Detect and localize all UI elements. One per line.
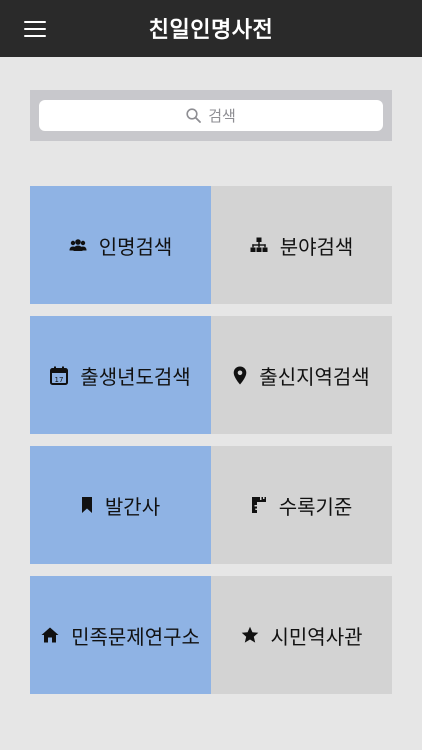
menu-item-criteria[interactable]: 수록기준 xyxy=(211,446,392,564)
menu-item-birth-year-search[interactable]: 17 출생년도검색 xyxy=(30,316,211,434)
app-title: 친일인명사전 xyxy=(148,18,274,43)
search-input[interactable]: 검색 xyxy=(39,100,383,131)
bookmark-icon xyxy=(81,496,93,514)
menu-grid: 인명검색 분야검색 17 출생년도검색 출신지역검색 발간사 수록기준 민족문제… xyxy=(30,186,392,706)
menu-item-institute[interactable]: 민족문제연구소 xyxy=(30,576,211,694)
menu-item-label: 발간사 xyxy=(104,494,161,519)
menu-item-label: 인명검색 xyxy=(98,234,173,259)
menu-item-label: 시민역사관 xyxy=(270,624,363,649)
home-icon xyxy=(41,627,59,643)
menu-item-label: 출생년도검색 xyxy=(80,364,191,389)
search-bar: 검색 xyxy=(30,90,392,141)
ruler-icon xyxy=(251,496,267,514)
people-icon xyxy=(69,238,87,252)
search-icon xyxy=(186,108,202,123)
menu-item-label: 출신지역검색 xyxy=(259,364,370,389)
menu-item-label: 분야검색 xyxy=(279,234,354,259)
menu-item-label: 수록기준 xyxy=(278,494,353,519)
menu-item-history-museum[interactable]: 시민역사관 xyxy=(211,576,392,694)
svg-text:17: 17 xyxy=(55,376,64,384)
hierarchy-icon xyxy=(250,237,268,253)
menu-item-name-search[interactable]: 인명검색 xyxy=(30,186,211,304)
star-icon xyxy=(241,626,259,644)
menu-row: 민족문제연구소 시민역사관 xyxy=(30,576,392,694)
search-placeholder: 검색 xyxy=(208,107,236,125)
menu-item-region-search[interactable]: 출신지역검색 xyxy=(211,316,392,434)
menu-item-preface[interactable]: 발간사 xyxy=(30,446,211,564)
menu-row: 인명검색 분야검색 xyxy=(30,186,392,304)
location-pin-icon xyxy=(233,366,247,385)
calendar-icon: 17 xyxy=(50,366,69,385)
menu-row: 발간사 수록기준 xyxy=(30,446,392,564)
menu-item-label: 민족문제연구소 xyxy=(71,624,200,649)
menu-row: 17 출생년도검색 출신지역검색 xyxy=(30,316,392,434)
top-bar: 친일인명사전 xyxy=(0,0,422,57)
menu-item-field-search[interactable]: 분야검색 xyxy=(211,186,392,304)
